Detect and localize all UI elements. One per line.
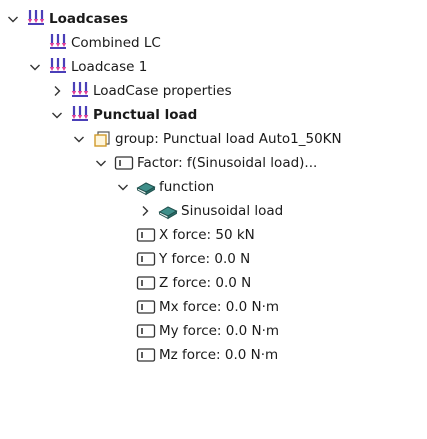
tree-node-label: Sinusoidal load	[181, 203, 284, 219]
load-arrows-icon	[70, 81, 90, 101]
tree-node-label: Factor: f(Sinusoidal load)...	[137, 155, 318, 171]
tree-node-label: Z force: 0.0 N	[159, 275, 252, 291]
tree-node-x-force[interactable]: X force: 50 kN	[116, 223, 255, 247]
tree-node-label: Loadcase 1	[71, 59, 148, 75]
tree-node-mz-force[interactable]: Mz force: 0.0 N·m	[116, 343, 278, 367]
chevron-right-icon[interactable]	[138, 199, 152, 223]
tree-node-label: Mx force: 0.0 N·m	[159, 299, 280, 315]
chevron-down-icon[interactable]	[94, 151, 108, 175]
tree-node-label: Y force: 0.0 N	[159, 251, 251, 267]
tree-node-z-force[interactable]: Z force: 0.0 N	[116, 271, 251, 295]
parameter-box-icon	[136, 249, 156, 269]
tree-node-label: Punctual load	[93, 107, 198, 123]
tree-node-label: group: Punctual load Auto1_50KN	[115, 131, 342, 147]
chevron-down-icon[interactable]	[116, 175, 130, 199]
tree-node-y-force[interactable]: Y force: 0.0 N	[116, 247, 250, 271]
tree-node-group-punctual[interactable]: group: Punctual load Auto1_50KN	[72, 127, 342, 151]
tree-node-mx-force[interactable]: Mx force: 0.0 N·m	[116, 295, 279, 319]
tree-node-label: My force: 0.0 N·m	[159, 323, 280, 339]
function-book-icon	[136, 177, 156, 197]
chevron-down-icon[interactable]	[28, 55, 42, 79]
tree-node-label: LoadCase properties	[93, 83, 232, 99]
tree-node-loadcase-properties[interactable]: LoadCase properties	[50, 79, 232, 103]
function-book-icon	[158, 201, 178, 221]
tree-node-punctual-load[interactable]: Punctual load	[50, 103, 197, 127]
load-arrows-icon	[70, 105, 90, 125]
parameter-box-icon	[136, 345, 156, 365]
group-icon	[92, 129, 112, 149]
chevron-down-icon[interactable]	[72, 127, 86, 151]
tree-node-my-force[interactable]: My force: 0.0 N·m	[116, 319, 279, 343]
tree-node-function[interactable]: function	[116, 175, 214, 199]
chevron-down-icon[interactable]	[6, 7, 20, 31]
chevron-down-icon[interactable]	[50, 103, 64, 127]
parameter-box-icon	[114, 153, 134, 173]
chevron-right-icon[interactable]	[50, 79, 64, 103]
tree-node-factor[interactable]: Factor: f(Sinusoidal load)...	[94, 151, 317, 175]
tree-node-sinusoidal-load[interactable]: Sinusoidal load	[138, 199, 283, 223]
load-arrows-icon	[48, 57, 68, 77]
tree-node-label: function	[159, 179, 215, 195]
tree-node-label: Combined LC	[71, 35, 161, 51]
load-arrows-icon	[48, 33, 68, 53]
tree-node-combined-lc[interactable]: Combined LC	[28, 31, 161, 55]
load-arrows-icon	[26, 9, 46, 29]
parameter-box-icon	[136, 297, 156, 317]
tree-node-label: Loadcases	[49, 11, 128, 27]
tree-node-label: Mz force: 0.0 N·m	[159, 347, 279, 363]
tree-node-label: X force: 50 kN	[159, 227, 255, 243]
tree-node-loadcases[interactable]: Loadcases	[6, 7, 128, 31]
parameter-box-icon	[136, 321, 156, 341]
tree-node-loadcase-1[interactable]: Loadcase 1	[28, 55, 147, 79]
parameter-box-icon	[136, 225, 156, 245]
parameter-box-icon	[136, 273, 156, 293]
project-tree: Loadcases Combined LC Loadcase 1 LoadCase p…	[0, 0, 427, 439]
